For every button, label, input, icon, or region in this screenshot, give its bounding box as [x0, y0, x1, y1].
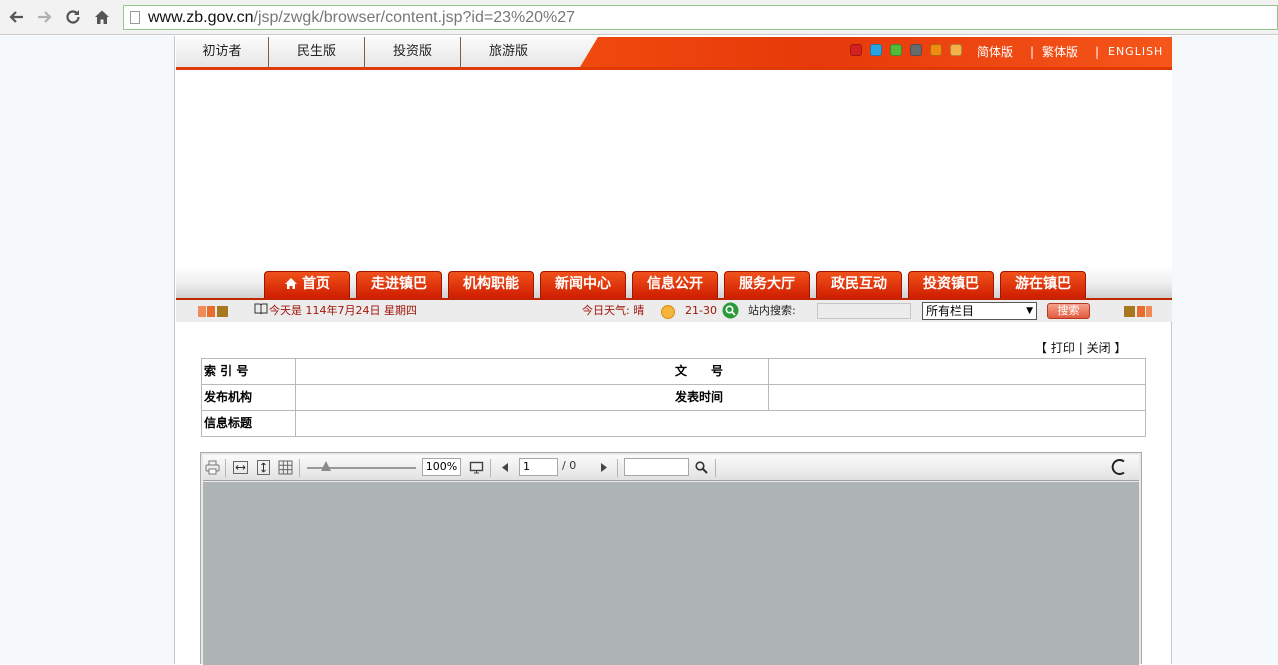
site-search-label: 站内搜索:	[748, 304, 796, 317]
decor-block	[1146, 306, 1152, 317]
top-link-livelihood[interactable]: 民生版	[269, 37, 365, 67]
document-canvas[interactable]	[203, 482, 1139, 665]
document-number-label: 文 号	[675, 364, 724, 378]
home-icon	[284, 274, 298, 299]
find-text-input[interactable]	[624, 458, 689, 476]
document-viewer: 100% 1 / 0	[200, 452, 1142, 665]
back-arrow-icon[interactable]	[6, 7, 26, 27]
title-label: 信息标题	[204, 416, 253, 430]
next-page-icon[interactable]	[596, 460, 611, 475]
address-bar[interactable]: www.zb.gov.cn/jsp/zwgk/browser/content.j…	[123, 5, 1278, 30]
cell-divider	[295, 385, 296, 410]
theme-swatch-light-orange[interactable]	[950, 44, 962, 56]
toolbar-separator	[225, 459, 226, 477]
decor-block	[207, 306, 215, 317]
theme-swatch-blue[interactable]	[870, 44, 882, 56]
theme-swatch-red[interactable]	[850, 44, 862, 56]
lang-traditional-link[interactable]: 繁体版	[1042, 37, 1078, 67]
nav-tab-interaction[interactable]: 政民互动	[816, 271, 902, 298]
publisher-label: 发布机构	[204, 390, 253, 404]
lang-simplified-link[interactable]: 简体版	[977, 37, 1013, 67]
publish-time-label: 发表时间	[675, 390, 724, 404]
fit-width-icon[interactable]	[233, 460, 248, 475]
link-separator: |	[1078, 341, 1083, 355]
decor-block	[198, 306, 206, 317]
cell-divider	[768, 359, 769, 384]
fit-height-icon[interactable]	[256, 460, 271, 475]
category-select[interactable]: 所有栏目 ▼	[922, 302, 1037, 320]
document-meta-table: 索 引 号 文 号 发布机构 发表时间 信息标题	[201, 358, 1146, 437]
prev-page-icon[interactable]	[498, 460, 513, 475]
zoom-field[interactable]: 100%	[422, 458, 461, 476]
forward-arrow-icon[interactable]	[35, 7, 55, 27]
meta-row: 发布机构 发表时间	[202, 385, 1145, 411]
nav-tab-news[interactable]: 新闻中心	[540, 271, 626, 298]
close-link[interactable]: 关闭	[1087, 341, 1111, 355]
category-select-value: 所有栏目	[926, 304, 975, 318]
nav-tab-home[interactable]: 首页	[264, 271, 350, 298]
current-date: 今天是 114年7月24日 星期四	[269, 304, 417, 317]
info-bar: 今天是 114年7月24日 星期四 今日天气: 晴 21-30 站内搜索: 所有…	[176, 300, 1172, 322]
temperature: 21-30	[685, 304, 717, 317]
cell-divider	[768, 385, 769, 410]
nav-tab-public-info[interactable]: 信息公开	[632, 271, 718, 298]
toolbar-separator	[617, 459, 618, 477]
toolbar-separator	[490, 459, 491, 477]
search-magnifier-icon	[722, 302, 739, 319]
find-search-icon[interactable]	[694, 460, 709, 475]
dropdown-arrow-icon: ▼	[1026, 306, 1033, 316]
index-number-label: 索 引 号	[204, 364, 249, 378]
page-total: / 0	[562, 459, 577, 472]
lang-separator: |	[1095, 45, 1100, 59]
nav-tab-about[interactable]: 走进镇巴	[356, 271, 442, 298]
decor-block	[217, 306, 228, 317]
print-close-links: 【 打印 | 关闭 】	[1035, 339, 1126, 356]
decor-block	[1124, 306, 1135, 317]
search-button[interactable]: 搜索	[1047, 303, 1090, 319]
sun-icon	[660, 304, 676, 320]
meta-row: 索 引 号 文 号	[202, 359, 1145, 385]
top-link-visitor[interactable]: 初访者	[176, 37, 269, 67]
page-icon	[130, 11, 140, 24]
thumbnail-grid-icon[interactable]	[278, 460, 293, 475]
calendar-icon	[254, 303, 268, 319]
viewer-toolbar: 100% 1 / 0	[203, 455, 1139, 481]
print-icon[interactable]	[205, 460, 220, 475]
decor-block	[1137, 306, 1145, 317]
print-link[interactable]: 打印	[1051, 341, 1075, 355]
meta-row: 信息标题	[202, 411, 1145, 437]
theme-swatch-green[interactable]	[890, 44, 902, 56]
nav-tab-travel[interactable]: 游在镇巴	[1000, 271, 1086, 298]
fullscreen-icon[interactable]	[469, 460, 484, 475]
reload-icon[interactable]	[63, 7, 83, 27]
nav-tab-organization[interactable]: 机构职能	[448, 271, 534, 298]
home-icon[interactable]	[92, 7, 112, 27]
site-search-input[interactable]	[817, 303, 911, 319]
address-url: www.zb.gov.cn/jsp/zwgk/browser/content.j…	[148, 9, 576, 26]
page-number-field[interactable]: 1	[519, 458, 558, 476]
cell-divider	[295, 359, 296, 384]
theme-swatch-orange[interactable]	[930, 44, 942, 56]
top-link-investment[interactable]: 投资版	[365, 37, 461, 67]
zoom-slider-thumb[interactable]	[321, 461, 331, 471]
theme-swatch-gray[interactable]	[910, 44, 922, 56]
main-nav: 首页 走进镇巴 机构职能 新闻中心 信息公开 服务大厅 政民互动 投资镇巴 游在…	[176, 266, 1172, 300]
nav-tab-services[interactable]: 服务大厅	[724, 271, 810, 298]
site-container: 初访者 民生版 投资版 旅游版 简体版 | 繁体版 | ENGLISH 首页 走…	[174, 36, 1172, 665]
top-bar: 初访者 民生版 投资版 旅游版 简体版 | 繁体版 | ENGLISH	[176, 37, 1172, 70]
weather-label: 今日天气: 晴	[582, 304, 645, 317]
nav-tab-label: 首页	[302, 276, 330, 292]
cell-divider	[295, 411, 296, 436]
lang-english-link[interactable]: ENGLISH	[1108, 37, 1163, 67]
browser-toolbar: www.zb.gov.cn/jsp/zwgk/browser/content.j…	[0, 0, 1278, 35]
bracket-close: 】	[1114, 341, 1127, 355]
banner-area	[176, 70, 1172, 266]
toolbar-separator	[715, 459, 716, 477]
loading-spinner-icon	[1111, 458, 1129, 476]
lang-separator: |	[1030, 45, 1035, 59]
toolbar-separator	[299, 459, 300, 477]
top-link-tourism[interactable]: 旅游版	[461, 37, 556, 67]
nav-tab-invest[interactable]: 投资镇巴	[908, 271, 994, 298]
bracket-open: 【	[1035, 341, 1048, 355]
